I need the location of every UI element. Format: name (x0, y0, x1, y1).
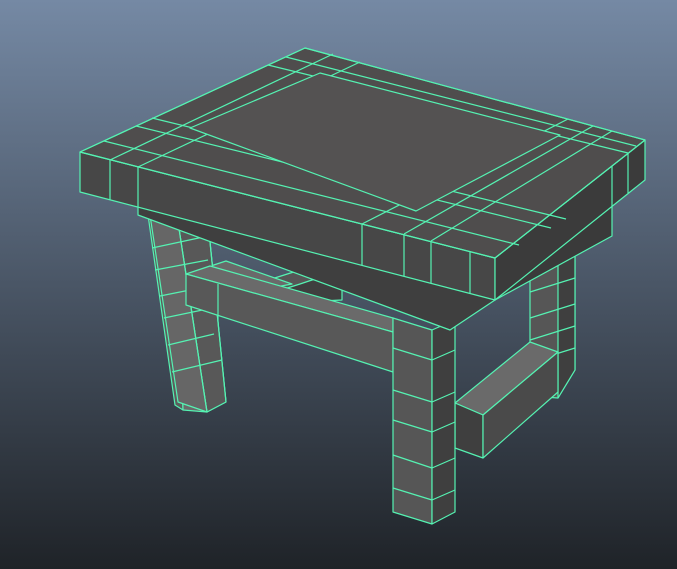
front-right-leg[interactable] (392, 317, 456, 525)
3d-viewport[interactable] (0, 0, 677, 569)
viewport-canvas[interactable] (0, 0, 677, 569)
